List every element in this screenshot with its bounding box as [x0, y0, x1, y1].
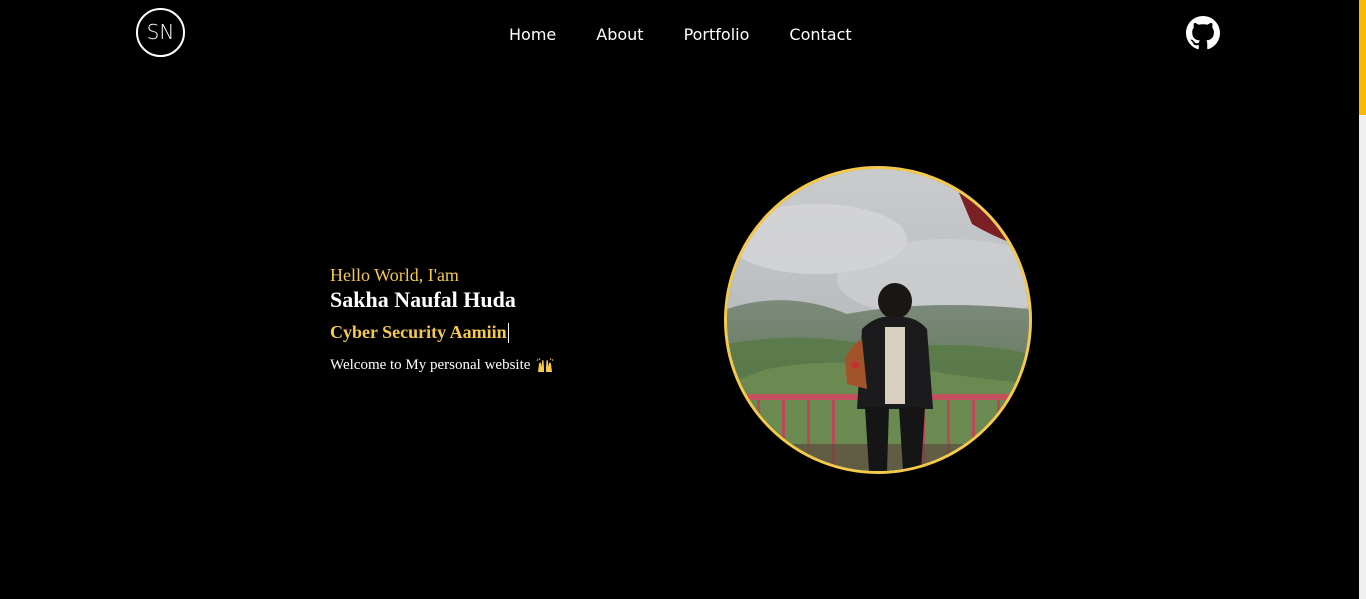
hero-welcome: Welcome to My personal website	[330, 357, 690, 374]
hero-intro: Hello World, I'am Sakha Naufal Huda Cybe…	[330, 264, 690, 374]
main-nav: Home About Portfolio Contact	[509, 22, 852, 46]
raising-hands-icon	[537, 357, 554, 372]
svg-text:SN: SN	[147, 20, 175, 44]
page-scrollbar[interactable]	[1359, 0, 1366, 599]
profile-photo	[724, 166, 1032, 474]
hero-role-line: Cyber Security Aamiin	[330, 322, 690, 343]
scrollbar-thumb[interactable]	[1359, 0, 1366, 115]
profile-photo-image	[727, 169, 1029, 471]
github-link[interactable]	[1186, 16, 1220, 50]
site-logo[interactable]: SN	[135, 7, 186, 58]
hero-greeting: Hello World, I'am	[330, 265, 459, 285]
nav-home[interactable]: Home	[509, 25, 556, 44]
hero-welcome-text: Welcome to My personal website	[330, 357, 531, 373]
hero-name: Sakha Naufal Huda	[330, 287, 516, 312]
typing-cursor	[507, 322, 509, 343]
nav-portfolio[interactable]: Portfolio	[684, 25, 750, 44]
github-icon	[1186, 16, 1220, 50]
nav-about[interactable]: About	[596, 25, 643, 44]
nav-contact[interactable]: Contact	[789, 25, 851, 44]
logo-icon: SN	[136, 8, 185, 57]
hero-role: Cyber Security Aamiin	[330, 322, 507, 342]
